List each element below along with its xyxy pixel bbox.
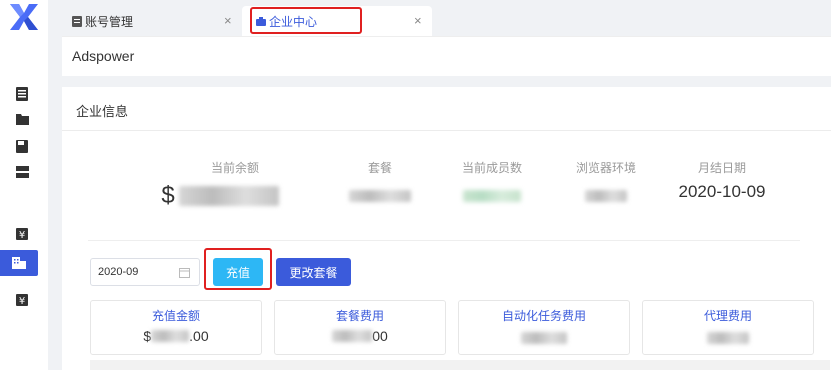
note-icon[interactable] (14, 86, 30, 102)
page-header: Adspower (62, 36, 831, 76)
stat-label: 当前成员数 (461, 161, 522, 175)
plan-cost-redacted (332, 330, 373, 342)
automation-cost-redacted (521, 332, 567, 344)
highlight-box (204, 248, 272, 290)
browser-env-value-redacted (585, 190, 627, 202)
enterprise-info-card: 企业信息 当前余额 $ 套餐 当前成员数 浏览器环境 月结日期 2020-10-… (62, 87, 831, 370)
svg-text:¥: ¥ (19, 230, 25, 240)
page-title: Adspower (72, 48, 135, 64)
folder-icon[interactable] (14, 111, 30, 127)
save-icon[interactable] (14, 138, 30, 154)
tab-label: 账号管理 (85, 14, 134, 29)
summary-label: 套餐费用 (335, 309, 384, 323)
proxy-cost-redacted (707, 332, 749, 344)
tab-bar: 账号管理 × 企业中心 × (62, 6, 831, 36)
stat-browser-env: 浏览器环境 (546, 159, 666, 207)
billing-date-value: 2020-10-09 (678, 182, 766, 201)
yen-icon[interactable]: ¥ (14, 226, 30, 242)
stat-members: 当前成员数 (432, 159, 552, 207)
card-title: 企业信息 (76, 104, 129, 119)
summary-proxy-cost: 代理费用 (642, 300, 814, 355)
yen-icon-2[interactable]: ¥ (14, 292, 30, 308)
summary-suffix: .00 (189, 328, 209, 344)
summary-label: 自动化任务费用 (501, 309, 586, 323)
summary-plan-cost: 套餐费用 00 (274, 300, 446, 355)
enterprise-icon[interactable] (0, 250, 38, 276)
highlight-box (250, 7, 362, 34)
summary-prefix: $ (143, 328, 152, 344)
summary-recharge-amount: 充值金额 $ .00 (90, 300, 262, 355)
plan-value-redacted (349, 190, 411, 202)
change-plan-button[interactable]: 更改套餐 (276, 258, 351, 286)
stat-label: 当前余额 (210, 161, 259, 175)
table-header-strip (90, 360, 830, 370)
sidebar: ¥ ¥ (0, 0, 48, 370)
currency-symbol: $ (161, 182, 175, 209)
month-picker-input[interactable]: 2020-09 (90, 258, 200, 286)
stat-plan: 套餐 (320, 159, 440, 207)
summary-label: 代理费用 (703, 309, 752, 323)
stat-billing-date: 月结日期 2020-10-09 (662, 159, 782, 202)
stat-label: 套餐 (367, 161, 392, 175)
tab-account-management[interactable]: 账号管理 × (62, 6, 242, 36)
stat-balance: 当前余额 $ (140, 159, 300, 210)
svg-text:¥: ¥ (19, 296, 25, 306)
summary-label: 充值金额 (151, 309, 200, 323)
divider (62, 130, 831, 131)
close-icon[interactable]: × (224, 13, 232, 28)
members-value-redacted (463, 190, 521, 202)
logo-x-icon[interactable] (10, 4, 38, 30)
divider (88, 240, 800, 241)
balance-value-redacted (178, 186, 279, 206)
month-picker-value: 2020-09 (98, 266, 139, 278)
summary-suffix: 00 (372, 328, 388, 344)
server-icon[interactable] (14, 164, 30, 180)
recharge-amount-redacted (151, 330, 190, 342)
summary-automation-cost: 自动化任务费用 (458, 300, 630, 355)
stat-label: 月结日期 (697, 161, 746, 175)
stat-label: 浏览器环境 (575, 161, 636, 175)
list-icon (72, 15, 82, 27)
close-icon[interactable]: × (414, 13, 422, 28)
calendar-icon[interactable] (179, 267, 190, 278)
